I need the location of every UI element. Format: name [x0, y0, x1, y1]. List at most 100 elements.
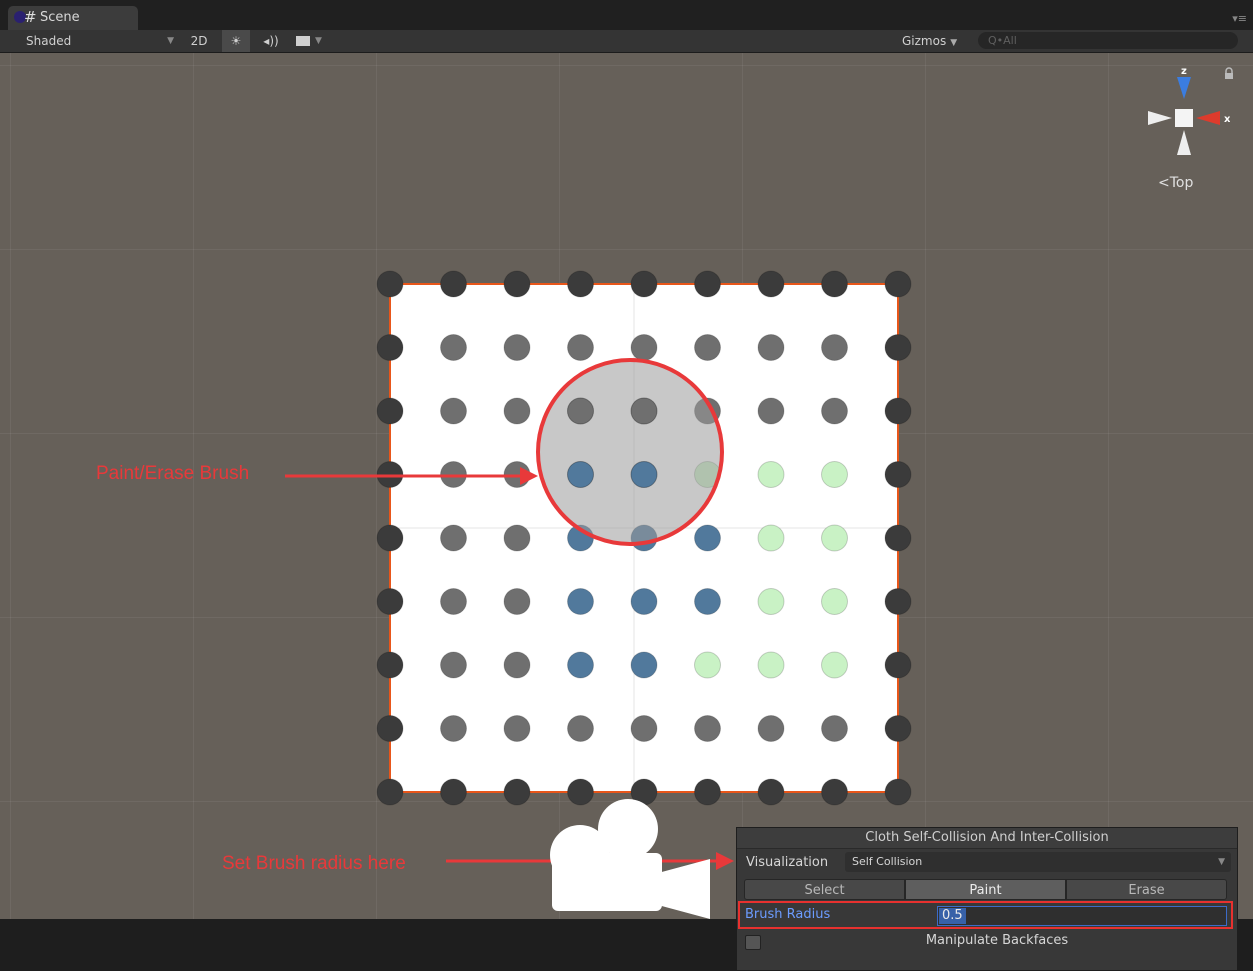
cloth-particle: [440, 778, 467, 806]
cloth-particle: [567, 588, 594, 615]
cloth-particle: [757, 778, 785, 806]
cloth-particle: [757, 524, 785, 552]
cloth-particle: [821, 334, 848, 361]
cloth-particle: [503, 715, 531, 742]
cloth-particle: [376, 397, 404, 425]
effects-dropdown-button[interactable]: ▼: [290, 30, 330, 52]
cloth-particle: [757, 334, 785, 361]
search-input[interactable]: Q•All: [978, 32, 1238, 49]
cloth-particle: [757, 588, 785, 615]
visualization-dropdown[interactable]: Self Collision ▼: [845, 852, 1231, 872]
search-placeholder: Q•All: [988, 34, 1017, 47]
shading-mode-dropdown[interactable]: Shaded ▼: [18, 30, 178, 52]
gizmos-label: Gizmos: [902, 34, 947, 48]
cloth-particle: [630, 715, 658, 742]
radius-annotation-label: Set Brush radius here: [222, 853, 406, 874]
cloth-particle: [757, 461, 785, 488]
gizmos-dropdown[interactable]: Gizmos ▼: [902, 30, 972, 52]
z-axis-cone[interactable]: [1177, 77, 1191, 99]
lighting-toggle-button[interactable]: ☀: [222, 30, 250, 52]
cloth-particle: [884, 651, 912, 679]
cloth-particle: [376, 270, 404, 298]
dropdown-arrow-icon: ▼: [950, 38, 958, 48]
visualization-label: Visualization: [746, 855, 829, 870]
cloth-particle: [821, 651, 848, 679]
cloth-particle: [376, 334, 404, 361]
cloth-particle: [884, 778, 912, 806]
brush-annotation-label: Paint/Erase Brush: [96, 463, 250, 484]
dropdown-arrow-icon: ▼: [1218, 857, 1225, 867]
cloth-collision-panel: Cloth Self-Collision And Inter-Collision…: [736, 827, 1238, 971]
cloth-particle: [567, 461, 594, 488]
panel-menu-icon[interactable]: ▾≡: [1232, 12, 1247, 25]
cloth-particle: [757, 270, 785, 298]
z-axis-label: z: [1181, 66, 1187, 77]
x-axis-cone[interactable]: [1196, 111, 1220, 125]
cloth-particle: [884, 588, 912, 615]
cloth-particle: [884, 461, 912, 488]
visualization-value: Self Collision: [852, 855, 923, 868]
cloth-particle: [440, 270, 467, 298]
cloth-particle: [567, 715, 594, 742]
scene-hash-icon: #: [24, 8, 37, 26]
cloth-particle: [503, 588, 531, 615]
x-axis-label: x: [1224, 114, 1230, 125]
cloth-particle: [757, 397, 785, 425]
cloth-particle: [440, 651, 467, 679]
cloth-particle: [821, 778, 848, 806]
negative-z-axis-cone[interactable]: [1177, 130, 1191, 155]
cloth-particle: [630, 588, 658, 615]
cloth-particle: [376, 778, 404, 806]
cloth-particle: [884, 334, 912, 361]
select-mode-button[interactable]: Select: [744, 879, 905, 900]
cloth-particle: [821, 715, 848, 742]
cloth-particle: [630, 651, 658, 679]
cloth-particle: [503, 651, 531, 679]
cloth-particle: [630, 334, 658, 361]
cloth-particle: [884, 715, 912, 742]
erase-mode-button[interactable]: Erase: [1066, 879, 1227, 900]
tab-scene-label: Scene: [40, 10, 80, 25]
cloth-particle: [503, 397, 531, 425]
cloth-particle: [630, 270, 658, 298]
cloth-particle: [440, 715, 467, 742]
cloth-particle: [884, 270, 912, 298]
paint-brush-circle: [536, 358, 724, 546]
cloth-particle: [567, 334, 594, 361]
cloth-particle: [694, 651, 721, 679]
cloth-particle: [440, 397, 467, 425]
scene-orientation-gizmo[interactable]: z x: [1140, 63, 1230, 173]
scene-toolbar: Shaded ▼ 2D ☀ ◂)) ▼ Gizmos ▼ Q•All: [0, 30, 1253, 53]
mode-toolbar: Select Paint Erase: [744, 879, 1227, 900]
cloth-particle: [884, 524, 912, 552]
paint-mode-button[interactable]: Paint: [905, 879, 1066, 900]
cloth-particle: [376, 524, 404, 552]
cloth-particle: [567, 270, 594, 298]
scene-viewport[interactable]: z x <Top Paint/Erase Brush Set Brush rad…: [0, 53, 1253, 971]
cloth-particle: [821, 270, 848, 298]
shading-mode-label: Shaded: [26, 34, 72, 48]
cloth-particle: [630, 461, 658, 488]
view-orientation-label[interactable]: <Top: [1158, 175, 1193, 191]
tab-bar: # Scene ▾≡: [0, 0, 1253, 30]
center-cube[interactable]: [1175, 109, 1193, 127]
sun-icon: ☀: [230, 34, 242, 48]
lock-icon[interactable]: [1222, 67, 1236, 81]
toggle-2d-button[interactable]: 2D: [184, 30, 214, 52]
cloth-particle: [440, 524, 467, 552]
cloth-particle: [821, 588, 848, 615]
cloth-particle: [567, 397, 594, 425]
cloth-particle: [884, 397, 912, 425]
cloth-particle: [376, 588, 404, 615]
dropdown-arrow-icon: ▼: [167, 36, 174, 46]
negative-x-axis-cone[interactable]: [1148, 111, 1172, 125]
radius-highlight-box: [738, 901, 1233, 929]
cloth-particle: [821, 524, 848, 552]
cloth-particle: [694, 715, 721, 742]
tab-scene[interactable]: # Scene: [8, 6, 138, 30]
cloth-particle: [567, 651, 594, 679]
cloth-particle: [694, 524, 721, 552]
cloth-particle: [503, 524, 531, 552]
cloth-particle: [376, 651, 404, 679]
audio-toggle-button[interactable]: ◂)): [256, 30, 286, 52]
